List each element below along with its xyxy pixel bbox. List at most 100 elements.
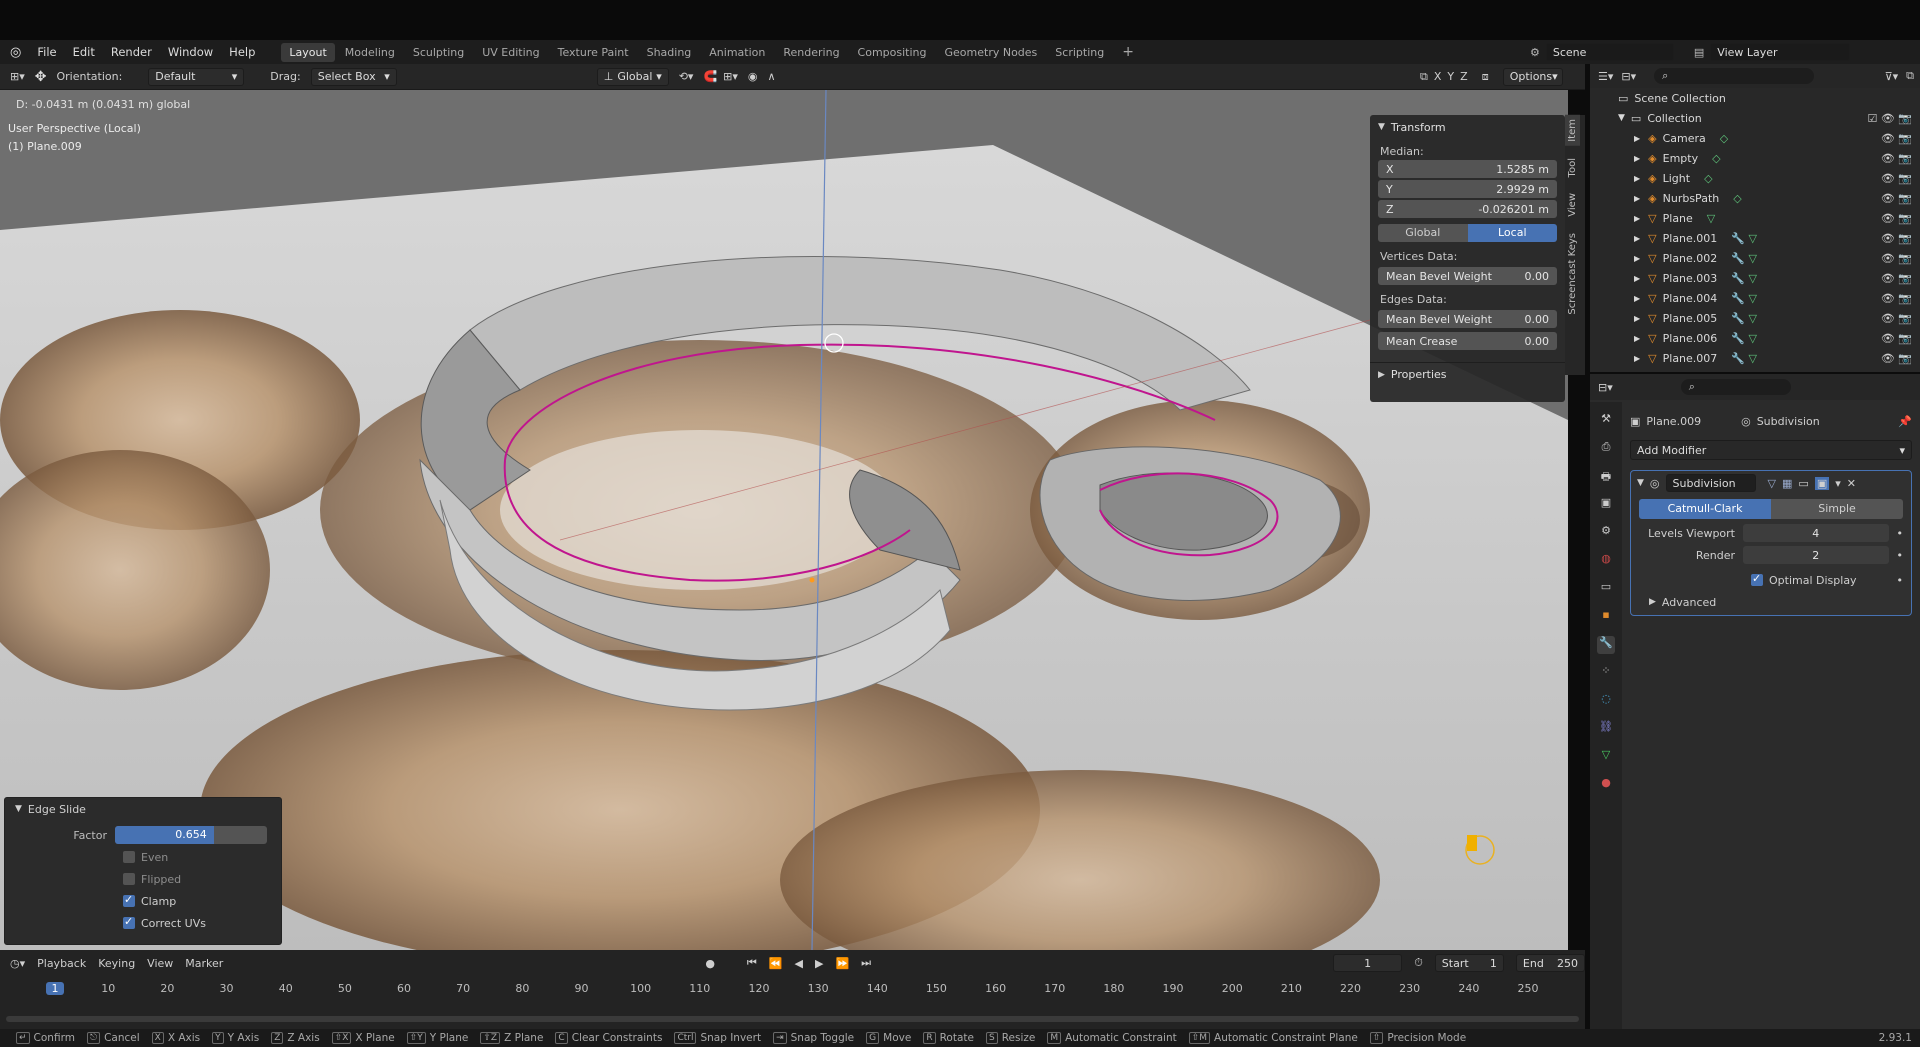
object-data-icon[interactable]: 🔧 ▽ bbox=[1731, 232, 1757, 245]
view-menu[interactable]: View bbox=[147, 957, 173, 970]
options-dropdown[interactable]: Options ▾ bbox=[1502, 67, 1563, 86]
camera-toggle-icon[interactable]: ▣ bbox=[1814, 476, 1830, 490]
display-mode-icon[interactable]: ⊟▾ bbox=[1621, 70, 1636, 83]
outliner-item[interactable]: ▶ ◈ NurbsPath ◇ 👁 📷 bbox=[1590, 188, 1920, 208]
orientation-dropdown[interactable]: Default ▾ bbox=[148, 67, 245, 86]
object-data-icon[interactable]: 🔧 ▽ bbox=[1731, 252, 1757, 265]
workspace-tab-compositing[interactable]: Compositing bbox=[850, 43, 935, 62]
modifier-menu-icon[interactable]: ▾ bbox=[1835, 477, 1841, 490]
view-layer-tab-icon[interactable]: ▣ bbox=[1597, 496, 1615, 514]
blender-logo-icon[interactable]: ◎ bbox=[10, 45, 21, 60]
falloff-icon[interactable]: ∧ bbox=[768, 70, 776, 83]
outliner-item[interactable]: ▶ ▽ Plane.001 🔧 ▽ 👁 📷 bbox=[1590, 228, 1920, 248]
editor-type-icon[interactable]: ⊞▾ bbox=[10, 70, 25, 83]
workspace-tab-scripting[interactable]: Scripting bbox=[1047, 43, 1112, 62]
modifier-tab-icon[interactable]: 🔧 bbox=[1597, 636, 1615, 654]
visibility-icons[interactable]: 👁 📷 bbox=[1881, 132, 1912, 145]
play-icon[interactable]: ▶ bbox=[815, 957, 823, 970]
simple-button[interactable]: Simple bbox=[1771, 499, 1903, 519]
frame-ruler[interactable]: 1 10 20 30 40 50 60 70 80 90 100 110 120 130 140 150 160… bbox=[0, 978, 1585, 1002]
outliner-scene-collection[interactable]: ▭ Scene Collection bbox=[1590, 88, 1920, 108]
visibility-icons[interactable]: 👁 📷 bbox=[1881, 152, 1912, 165]
outliner-search-input[interactable]: ⌕ bbox=[1654, 68, 1815, 84]
tab-screencast-keys[interactable]: Screencast Keys bbox=[1565, 229, 1580, 319]
menu-window[interactable]: Window bbox=[160, 45, 221, 59]
timeline-scrollbar[interactable] bbox=[6, 1016, 1579, 1022]
timeline-editor-icon[interactable]: ◷▾ bbox=[10, 957, 25, 970]
outliner-item[interactable]: ▶ ▽ Plane.002 🔧 ▽ 👁 📷 bbox=[1590, 248, 1920, 268]
visibility-icons[interactable]: 👁 📷 bbox=[1881, 172, 1912, 185]
outliner-item[interactable]: ▶ ▽ Plane.006 🔧 ▽ 👁 📷 bbox=[1590, 328, 1920, 348]
flipped-checkbox[interactable] bbox=[123, 873, 135, 885]
transform-collapse-icon[interactable]: ▼ bbox=[1378, 122, 1385, 132]
keying-menu[interactable]: Keying bbox=[98, 957, 135, 970]
jump-keyframe-back-icon[interactable]: ⏪ bbox=[769, 957, 783, 970]
collapse-icon[interactable]: ▼ bbox=[15, 804, 22, 814]
catmull-clark-button[interactable]: Catmull-Clark bbox=[1639, 499, 1771, 519]
properties-collapse-icon[interactable]: ▶ bbox=[1378, 370, 1385, 380]
workspace-tab-geometry-nodes[interactable]: Geometry Nodes bbox=[937, 43, 1046, 62]
object-data-icon[interactable]: 🔧 ▽ bbox=[1731, 332, 1757, 345]
workspace-tab-layout[interactable]: Layout bbox=[281, 42, 335, 62]
visibility-icons[interactable]: 👁 📷 bbox=[1881, 352, 1912, 365]
end-frame-field[interactable]: End 250 bbox=[1515, 954, 1585, 972]
menu-file[interactable]: File bbox=[29, 45, 64, 59]
add-modifier-dropdown[interactable]: Add Modifier ▾ bbox=[1630, 440, 1912, 460]
tab-tool[interactable]: Tool bbox=[1565, 154, 1580, 181]
workspace-tab-uv-editing[interactable]: UV Editing bbox=[474, 43, 547, 62]
modifier-collapse-icon[interactable]: ▼ bbox=[1637, 478, 1644, 488]
clamp-checkbox[interactable] bbox=[123, 893, 135, 907]
visibility-icons[interactable]: 👁 📷 bbox=[1881, 212, 1912, 225]
outliner-item[interactable]: ▶ ◈ Empty ◇ 👁 📷 bbox=[1590, 148, 1920, 168]
auto-merge-icon[interactable]: ⧈ bbox=[1482, 70, 1489, 84]
vertex-bevel-weight-field[interactable]: Mean Bevel Weight 0.00 bbox=[1378, 267, 1557, 285]
pivot-icon[interactable]: ⟲▾ bbox=[679, 70, 694, 83]
properties-editor-icon[interactable]: ⊟▾ bbox=[1598, 381, 1613, 394]
local-button[interactable]: Local bbox=[1467, 224, 1557, 242]
expand-icon[interactable]: ▶ bbox=[1634, 194, 1640, 203]
object-data-icon[interactable]: 🔧 ▽ bbox=[1731, 292, 1757, 305]
add-workspace-icon[interactable]: + bbox=[1114, 41, 1142, 63]
global-button[interactable]: Global bbox=[1378, 224, 1468, 242]
menu-render[interactable]: Render bbox=[103, 45, 160, 59]
expand-icon[interactable]: ▶ bbox=[1634, 254, 1640, 263]
expand-icon[interactable]: ▶ bbox=[1634, 314, 1640, 323]
filter-icon[interactable]: ⊽▾ bbox=[1885, 70, 1899, 83]
expand-icon[interactable]: ▶ bbox=[1634, 354, 1640, 363]
optimal-display-checkbox[interactable] bbox=[1751, 572, 1763, 586]
view-layer-selector[interactable]: View Layer bbox=[1710, 43, 1851, 61]
particles-tab-icon[interactable]: ⁘ bbox=[1597, 664, 1615, 682]
properties-search-input[interactable]: ⌕ bbox=[1680, 379, 1791, 395]
outliner-item[interactable]: ▶ ◈ Light ◇ 👁 📷 bbox=[1590, 168, 1920, 188]
world-tab-icon[interactable]: ◍ bbox=[1597, 552, 1615, 570]
outliner-item[interactable]: ▶ ▽ Plane.007 🔧 ▽ 👁 📷 bbox=[1590, 348, 1920, 368]
close-icon[interactable]: ✕ bbox=[1847, 477, 1856, 490]
workspace-tab-shading[interactable]: Shading bbox=[639, 43, 700, 62]
outliner-collection[interactable]: ▼ ▭ Collection ☑ 👁 📷 bbox=[1590, 108, 1920, 128]
record-icon[interactable]: ● bbox=[705, 957, 715, 970]
output-tab-icon[interactable]: 🖶 bbox=[1597, 468, 1615, 486]
object-data-icon[interactable]: ◇ bbox=[1712, 152, 1720, 165]
axis-y-toggle[interactable]: Y bbox=[1447, 70, 1454, 83]
outliner-item[interactable]: ▶ ▽ Plane.004 🔧 ▽ 👁 📷 bbox=[1590, 288, 1920, 308]
render-tab-icon[interactable]: ⎙ bbox=[1597, 440, 1615, 458]
axis-z-toggle[interactable]: Z bbox=[1460, 70, 1468, 83]
snap-icon[interactable]: 🧲 bbox=[703, 70, 717, 83]
outliner-item[interactable]: ▶ ▽ Plane ▽ 👁 📷 bbox=[1590, 208, 1920, 228]
outliner-item[interactable]: ▶ ▽ Plane.005 🔧 ▽ 👁 📷 bbox=[1590, 308, 1920, 328]
object-data-icon[interactable]: 🔧 ▽ bbox=[1731, 352, 1757, 365]
drag-dropdown[interactable]: Select Box ▾ bbox=[310, 67, 397, 86]
median-z-field[interactable]: Z -0.026201 m bbox=[1378, 200, 1557, 218]
jump-end-icon[interactable]: ⏭ bbox=[861, 956, 871, 970]
jump-start-icon[interactable]: ⏮ bbox=[747, 956, 757, 970]
visibility-icons[interactable]: 👁 📷 bbox=[1881, 312, 1912, 325]
start-frame-field[interactable]: Start 1 bbox=[1434, 954, 1504, 972]
object-data-icon[interactable]: 🔧 ▽ bbox=[1731, 272, 1757, 285]
expand-icon[interactable]: ▶ bbox=[1634, 274, 1640, 283]
object-data-icon[interactable]: ◇ bbox=[1733, 192, 1741, 205]
tool-tab-icon[interactable]: ⚒ bbox=[1597, 412, 1615, 430]
expand-icon[interactable]: ▼ bbox=[1618, 113, 1625, 123]
data-tab-icon[interactable]: ▽ bbox=[1597, 748, 1615, 766]
expand-icon[interactable]: ▶ bbox=[1634, 174, 1640, 183]
visibility-icons[interactable]: 👁 📷 bbox=[1881, 252, 1912, 265]
